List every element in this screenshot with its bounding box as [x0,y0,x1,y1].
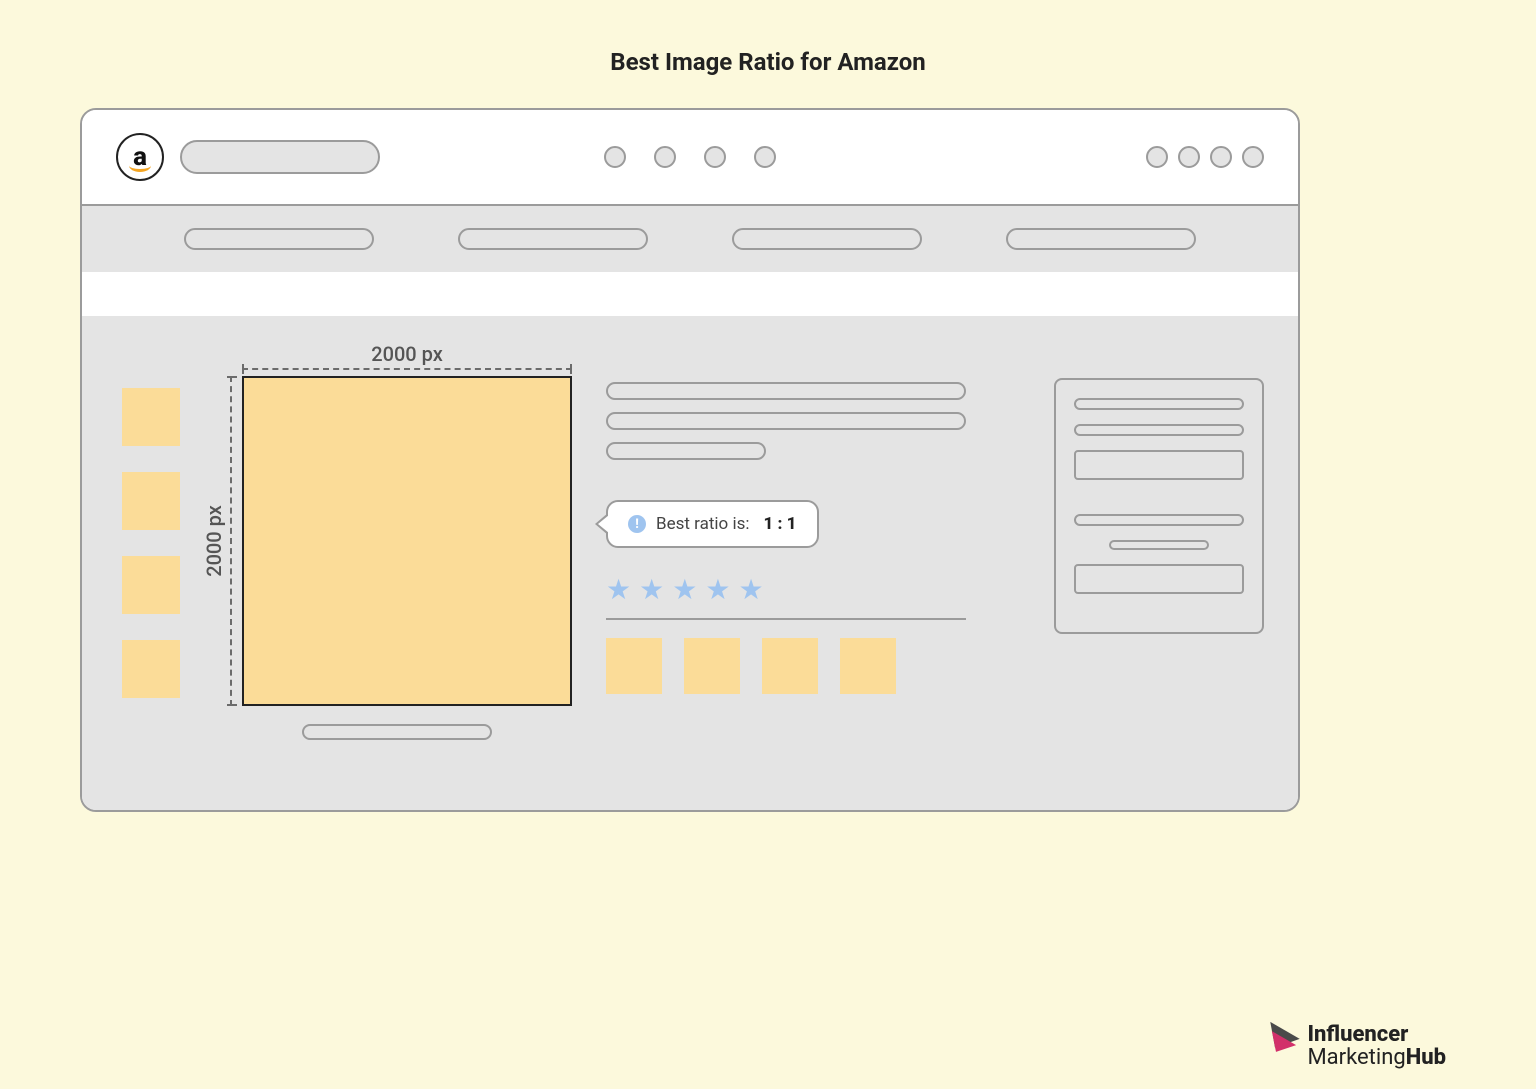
info-icon: ! [628,515,646,533]
subtitle-line-placeholder [606,442,766,460]
star-icon: ★ [705,576,730,604]
menu-item-placeholder [1006,228,1196,250]
title-line-placeholder [606,412,966,430]
action-dot-icon [1146,146,1168,168]
menu-item-placeholder [732,228,922,250]
buybox-line-placeholder [1109,540,1209,550]
nav-dot-icon [654,146,676,168]
variant-thumbnails [606,638,966,694]
menu-item-placeholder [184,228,374,250]
star-icon: ★ [738,576,763,604]
buybox-button-placeholder [1074,450,1244,480]
star-icon: ★ [639,576,664,604]
thumbnail-placeholder [122,556,180,614]
menu-item-placeholder [458,228,648,250]
tooltip-label: Best ratio is: [656,514,749,534]
browser-topbar: a [82,110,1298,206]
spacer [82,272,1298,316]
watermark: Influencer MarketingHub [1263,1023,1446,1069]
nav-dot-icon [604,146,626,168]
action-dot-group [1146,146,1264,168]
height-dimension-label: 2000 px [204,376,224,706]
star-icon: ★ [672,576,697,604]
divider [606,618,966,620]
width-dimension-line [242,368,572,378]
width-dimension-label: 2000 px [242,342,572,366]
tooltip-ratio-value: 1 : 1 [763,514,796,534]
main-image-area: 2000 px 2000 px [242,376,572,706]
nav-dot-icon [754,146,776,168]
watermark-logo-icon [1263,1029,1297,1063]
gallery-thumbnails [122,388,180,698]
product-page-content: 2000 px 2000 px ! Best ratio is: 1 : 1 ★… [82,316,1298,810]
title-line-placeholder [606,382,966,400]
buybox-line-placeholder [1074,514,1244,526]
action-dot-icon [1210,146,1232,168]
buy-box [1054,378,1264,634]
watermark-text: Influencer MarketingHub [1307,1023,1446,1069]
image-caption-placeholder [302,724,492,740]
ratio-tooltip: ! Best ratio is: 1 : 1 [606,500,819,548]
nav-dot-icon [704,146,726,168]
thumbnail-placeholder [122,640,180,698]
star-rating: ★ ★ ★ ★ ★ [606,576,966,604]
height-dimension-line [230,376,240,706]
nav-dot-group [604,146,776,168]
category-menubar [82,206,1298,272]
variant-thumb-placeholder [684,638,740,694]
page-title: Best Image Ratio for Amazon [0,0,1536,76]
star-icon: ★ [606,576,631,604]
variant-thumb-placeholder [762,638,818,694]
buybox-line-placeholder [1074,424,1244,436]
main-product-image [242,376,572,706]
thumbnail-placeholder [122,472,180,530]
buybox-line-placeholder [1074,398,1244,410]
buybox-button-placeholder [1074,564,1244,594]
thumbnail-placeholder [122,388,180,446]
variant-thumb-placeholder [606,638,662,694]
product-details: ! Best ratio is: 1 : 1 ★ ★ ★ ★ ★ [606,382,966,694]
variant-thumb-placeholder [840,638,896,694]
amazon-logo-icon: a [116,133,164,181]
action-dot-icon [1178,146,1200,168]
browser-mockup: a 2000 px 2000 px [80,108,1300,812]
search-input-placeholder [180,140,380,174]
action-dot-icon [1242,146,1264,168]
